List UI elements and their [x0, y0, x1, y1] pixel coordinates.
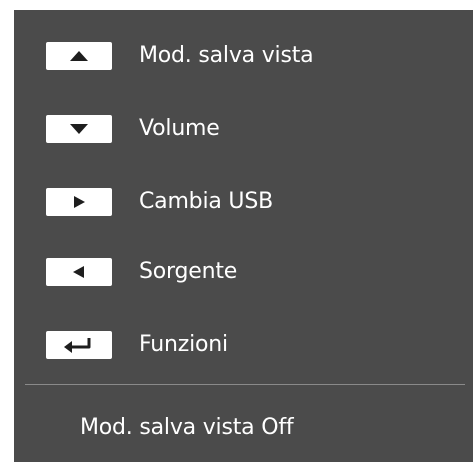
- menu-item-label: Mod. salva vista: [139, 43, 314, 68]
- menu-item-volume[interactable]: Volume: [46, 109, 446, 149]
- triangle-left-icon: [73, 266, 84, 278]
- enter-key: [46, 331, 112, 359]
- menu-item-label: Sorgente: [139, 259, 238, 284]
- enter-return-icon: [64, 338, 91, 353]
- osd-menu-panel: Mod. salva vista Volume Cambia USB Sorge…: [14, 10, 473, 462]
- menu-item-label: Volume: [139, 116, 220, 141]
- menu-item-label: Cambia USB: [139, 189, 273, 214]
- menu-item-screen-saver[interactable]: Mod. salva vista: [46, 36, 446, 76]
- triangle-up-icon: [70, 51, 88, 61]
- menu-item-functions[interactable]: Funzioni: [46, 325, 446, 365]
- down-key: [46, 115, 112, 143]
- menu-item-source[interactable]: Sorgente: [46, 252, 446, 292]
- status-text: Mod. salva vista Off: [80, 415, 294, 440]
- right-key: [46, 188, 112, 216]
- triangle-right-icon: [74, 196, 85, 208]
- up-key: [46, 42, 112, 70]
- divider: [25, 384, 465, 385]
- left-key: [46, 258, 112, 286]
- menu-item-usb-switch[interactable]: Cambia USB: [46, 182, 446, 222]
- triangle-down-icon: [70, 124, 88, 134]
- menu-item-label: Funzioni: [139, 332, 228, 357]
